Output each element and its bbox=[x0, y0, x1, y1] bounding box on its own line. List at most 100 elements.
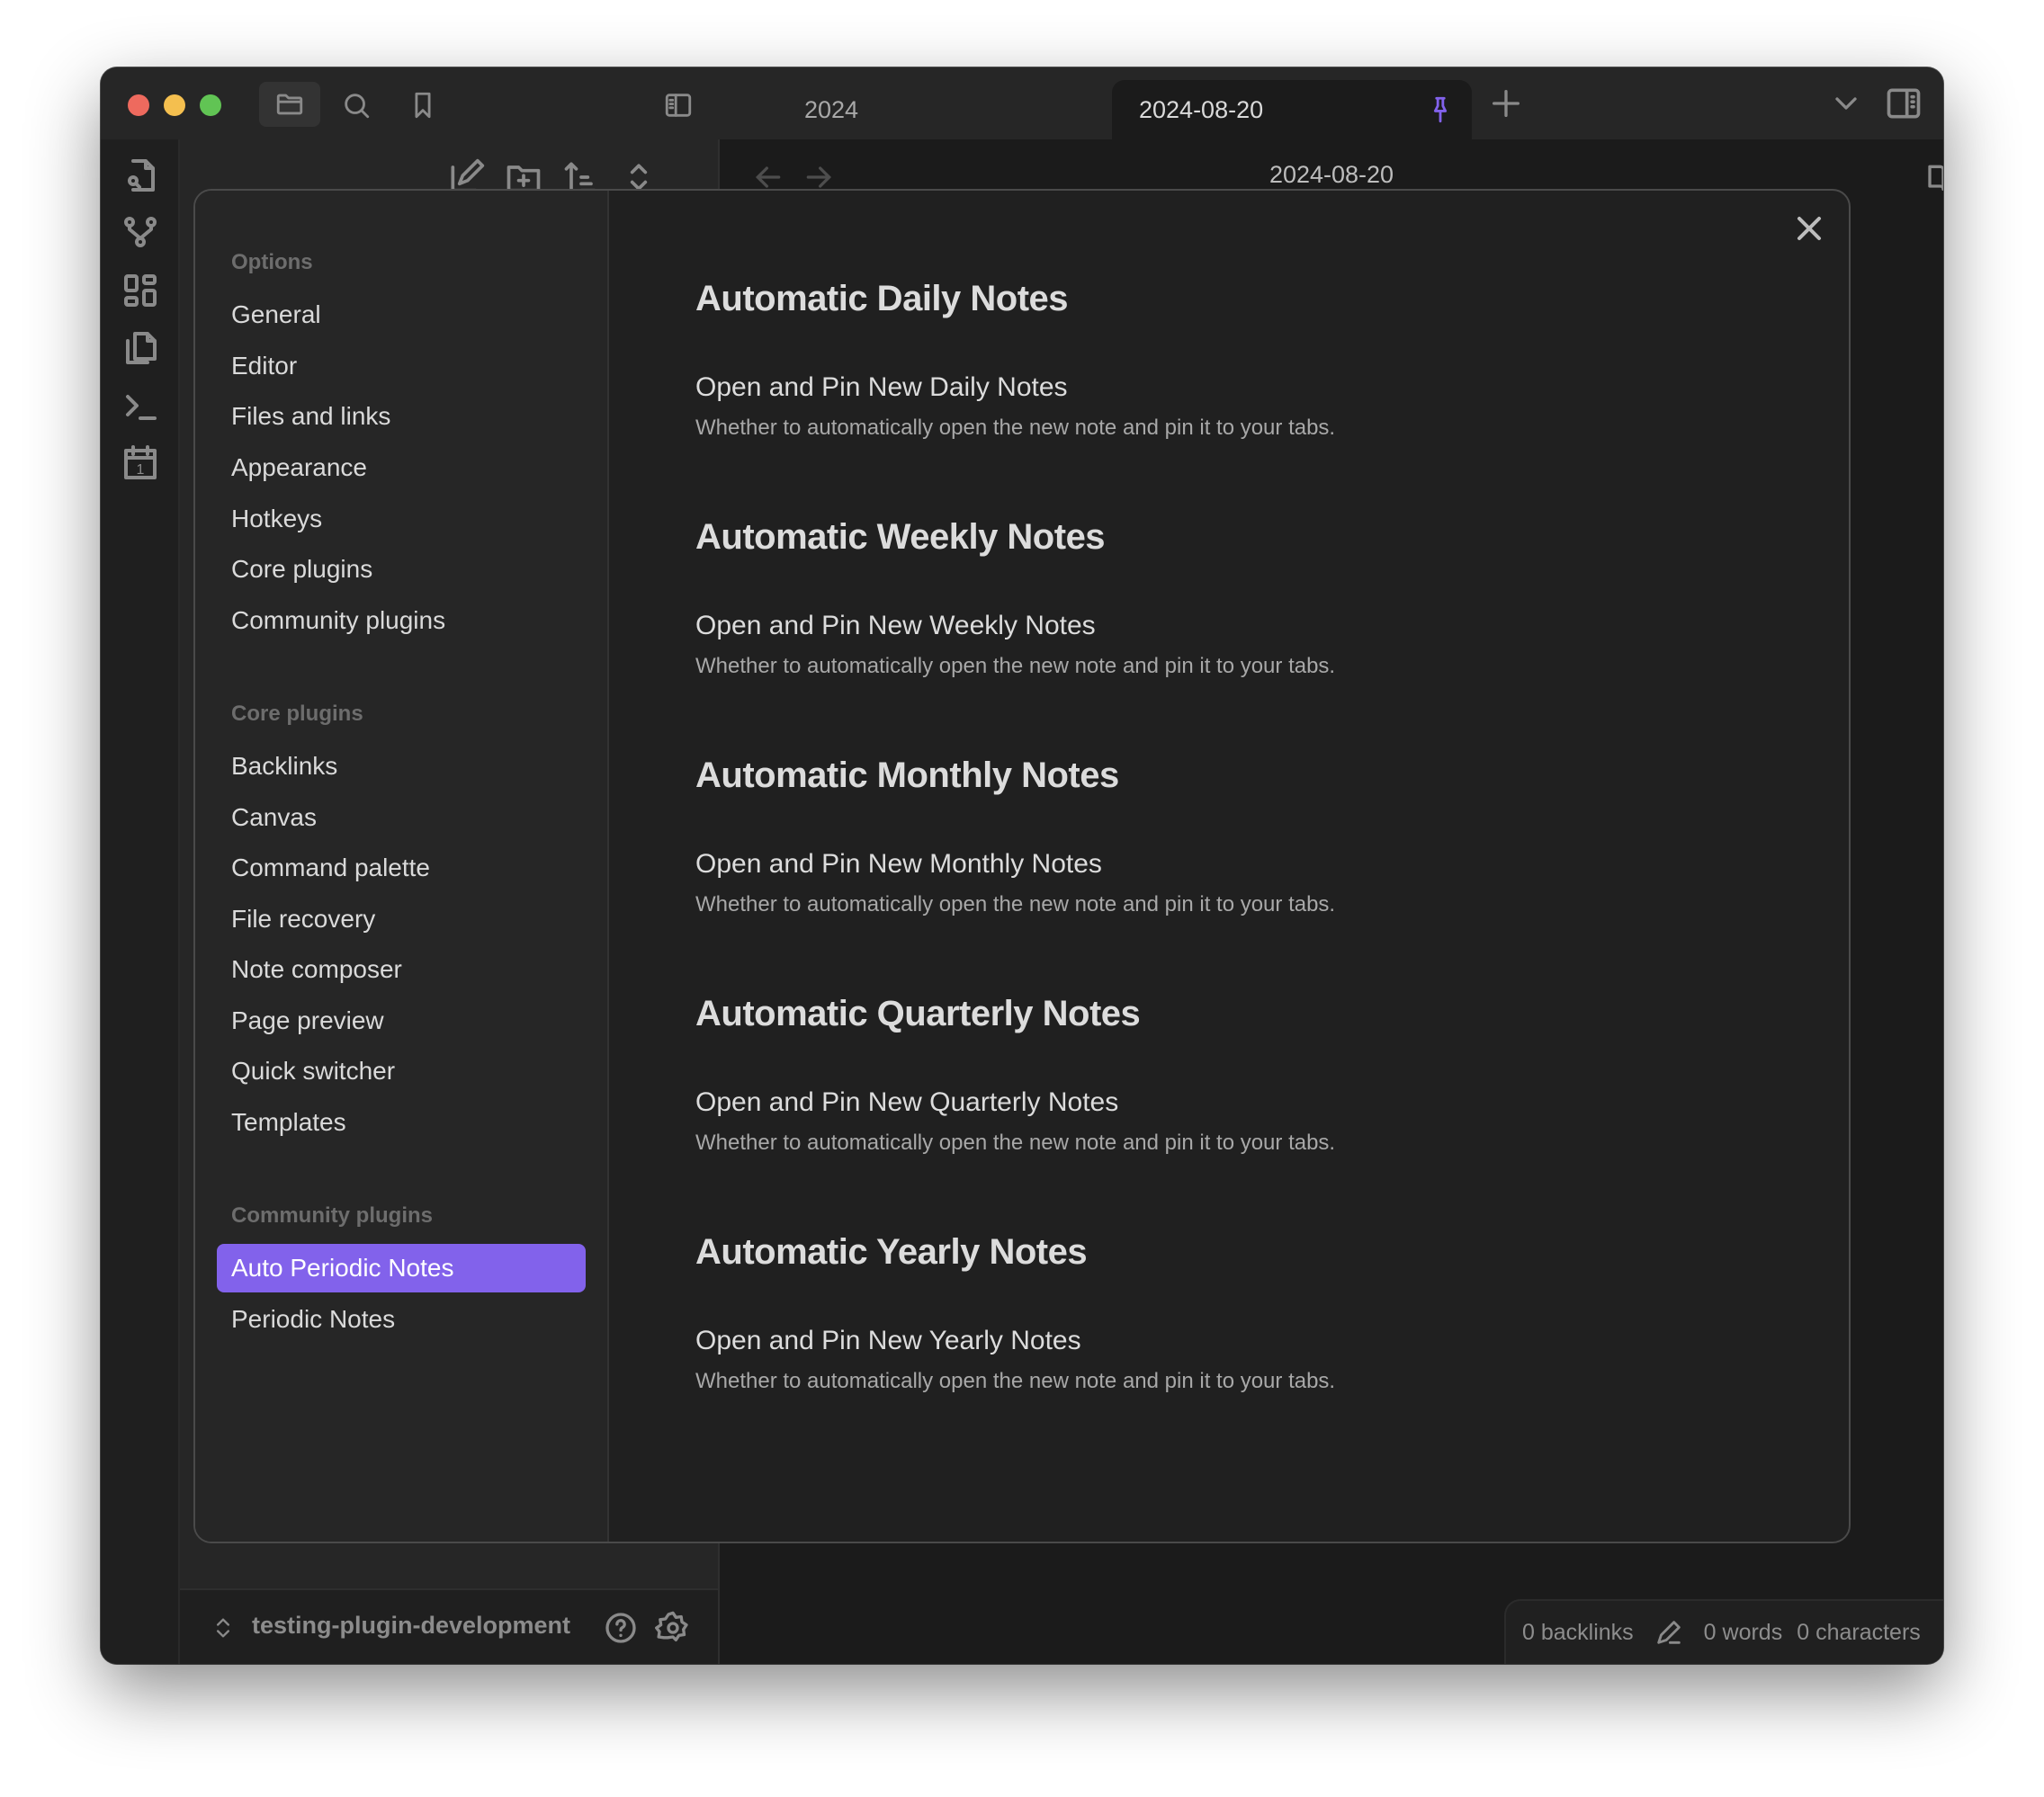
section-heading-weekly: Automatic Weekly Notes bbox=[695, 517, 1106, 557]
nav-item-label: Command palette bbox=[231, 854, 431, 881]
nav-item-appearance[interactable]: Appearance bbox=[217, 443, 586, 492]
nav-item-hotkeys[interactable]: Hotkeys bbox=[217, 495, 586, 543]
nav-item-label: Canvas bbox=[231, 803, 317, 831]
tab-label: 2024 bbox=[804, 95, 859, 123]
nav-item-editor[interactable]: Editor bbox=[217, 342, 586, 390]
ribbon-files[interactable] bbox=[119, 326, 162, 370]
nav-item-label: Hotkeys bbox=[231, 505, 323, 532]
nav-item-label: General bbox=[231, 300, 321, 328]
nav-item-page-preview[interactable]: Page preview bbox=[217, 997, 586, 1045]
nav-item-label: Appearance bbox=[231, 453, 368, 481]
nav-group-community-plugins: Community plugins bbox=[231, 1203, 433, 1228]
vault-switch-icon[interactable] bbox=[211, 1612, 236, 1644]
layout-dashboard-icon bbox=[124, 274, 157, 307]
setting-desc-yearly-pin: Whether to automatically open the new no… bbox=[695, 1369, 1336, 1393]
search-button[interactable] bbox=[335, 84, 378, 127]
new-tab-plus-icon[interactable] bbox=[1488, 85, 1524, 121]
nav-item-templates[interactable]: Templates bbox=[217, 1098, 586, 1147]
svg-text:1: 1 bbox=[137, 462, 145, 478]
nav-item-file-recovery[interactable]: File recovery bbox=[217, 895, 586, 943]
section-heading-quarterly: Automatic Quarterly Notes bbox=[695, 994, 1141, 1033]
settings-nav: Options General Editor Files and links A… bbox=[195, 191, 609, 1542]
setting-desc-quarterly-pin: Whether to automatically open the new no… bbox=[695, 1131, 1336, 1155]
ribbon-file-search[interactable] bbox=[119, 154, 162, 197]
close-window-button[interactable] bbox=[128, 94, 149, 116]
nav-item-core-plugins[interactable]: Core plugins bbox=[217, 545, 586, 594]
book-open-icon[interactable] bbox=[1925, 159, 1943, 195]
nav-item-note-composer[interactable]: Note composer bbox=[217, 945, 586, 994]
nav-item-periodic-notes[interactable]: Periodic Notes bbox=[217, 1295, 586, 1344]
tab-2024-08-20[interactable]: 2024-08-20 bbox=[1112, 80, 1472, 139]
nav-item-label: Templates bbox=[231, 1108, 346, 1136]
pin-icon[interactable] bbox=[1425, 94, 1456, 125]
help-icon[interactable] bbox=[603, 1610, 639, 1646]
minimize-window-button[interactable] bbox=[164, 94, 185, 116]
bookmarks-button[interactable] bbox=[401, 84, 444, 127]
character-count: 0 characters bbox=[1797, 1619, 1921, 1645]
backlinks-count[interactable]: 0 backlinks bbox=[1522, 1620, 1634, 1646]
nav-item-label: Periodic Notes bbox=[231, 1305, 396, 1333]
nav-item-quick-switcher[interactable]: Quick switcher bbox=[217, 1047, 586, 1095]
section-heading-daily: Automatic Daily Notes bbox=[695, 279, 1069, 318]
setting-desc-weekly-pin: Whether to automatically open the new no… bbox=[695, 654, 1336, 678]
status-bar: 0 backlinks 0 words 0 characters bbox=[1504, 1599, 1943, 1664]
gear-icon[interactable] bbox=[655, 1610, 691, 1646]
tab-label: 2024-08-20 bbox=[1139, 95, 1264, 123]
settings-modal: Options General Editor Files and links A… bbox=[193, 189, 1851, 1543]
file-search-icon bbox=[128, 159, 155, 192]
search-icon bbox=[345, 94, 370, 119]
bookmark-icon bbox=[415, 92, 431, 119]
setting-name-monthly-pin: Open and Pin New Monthly Notes bbox=[695, 849, 1102, 879]
nav-item-label: Auto Periodic Notes bbox=[231, 1254, 454, 1282]
left-ribbon: 1 bbox=[101, 139, 180, 1664]
nav-item-files-and-links[interactable]: Files and links bbox=[217, 392, 586, 441]
folder-icon bbox=[276, 94, 303, 115]
nav-item-label: Note composer bbox=[231, 955, 402, 983]
terminal-icon bbox=[126, 395, 157, 420]
close-icon[interactable] bbox=[1789, 209, 1829, 248]
sidebar-left-icon bbox=[665, 94, 692, 117]
nav-item-label: Quick switcher bbox=[231, 1057, 396, 1085]
nav-item-community-plugins[interactable]: Community plugins bbox=[217, 596, 586, 645]
nav-item-label: Core plugins bbox=[231, 555, 373, 583]
setting-name-daily-pin: Open and Pin New Daily Notes bbox=[695, 372, 1068, 402]
section-heading-yearly: Automatic Yearly Notes bbox=[695, 1232, 1088, 1272]
file-explorer-button[interactable] bbox=[259, 82, 320, 127]
nav-item-general[interactable]: General bbox=[217, 291, 586, 339]
pencil-icon[interactable] bbox=[1654, 1617, 1684, 1648]
files-icon bbox=[126, 332, 157, 364]
nav-item-label: Page preview bbox=[231, 1006, 384, 1034]
ribbon-daily-note[interactable]: 1 bbox=[119, 442, 162, 485]
nav-item-label: Editor bbox=[231, 352, 298, 380]
section-heading-monthly: Automatic Monthly Notes bbox=[695, 755, 1119, 795]
graph-icon bbox=[124, 217, 157, 247]
nav-item-auto-periodic-notes[interactable]: Auto Periodic Notes bbox=[217, 1244, 586, 1292]
sidebar-right-icon[interactable] bbox=[1884, 84, 1923, 123]
setting-name-weekly-pin: Open and Pin New Weekly Notes bbox=[695, 611, 1096, 640]
setting-name-yearly-pin: Open and Pin New Yearly Notes bbox=[695, 1326, 1081, 1355]
note-title[interactable]: 2024-08-20 bbox=[720, 161, 1943, 189]
calendar-icon: 1 bbox=[124, 445, 157, 479]
zoom-window-button[interactable] bbox=[200, 94, 221, 116]
nav-group-options: Options bbox=[231, 250, 313, 274]
nav-item-canvas[interactable]: Canvas bbox=[217, 793, 586, 842]
ribbon-canvas[interactable] bbox=[119, 269, 162, 312]
app-window: 2024 2024-08-20 1 testing-plugin-develop… bbox=[101, 67, 1943, 1664]
setting-desc-daily-pin: Whether to automatically open the new no… bbox=[695, 416, 1336, 440]
nav-item-backlinks[interactable]: Backlinks bbox=[217, 742, 586, 791]
word-count: 0 words bbox=[1703, 1619, 1783, 1645]
nav-item-command-palette[interactable]: Command palette bbox=[217, 844, 586, 892]
vault-name[interactable]: testing-plugin-development bbox=[252, 1612, 570, 1640]
toggle-left-sidebar-button[interactable] bbox=[657, 84, 700, 127]
settings-content: Automatic Daily Notes Open and Pin New D… bbox=[609, 191, 1849, 1542]
nav-item-label: Backlinks bbox=[231, 752, 338, 780]
nav-group-core-plugins: Core plugins bbox=[231, 702, 363, 726]
tab-list-chevron-down-icon[interactable] bbox=[1828, 85, 1864, 121]
nav-item-label: Community plugins bbox=[231, 606, 446, 634]
nav-item-label: File recovery bbox=[231, 905, 376, 933]
ribbon-graph[interactable] bbox=[119, 211, 162, 255]
setting-desc-monthly-pin: Whether to automatically open the new no… bbox=[695, 892, 1336, 916]
title-bar: 2024 2024-08-20 bbox=[101, 67, 1943, 139]
ribbon-command-palette[interactable] bbox=[119, 384, 162, 427]
vault-footer: testing-plugin-development bbox=[180, 1588, 718, 1664]
